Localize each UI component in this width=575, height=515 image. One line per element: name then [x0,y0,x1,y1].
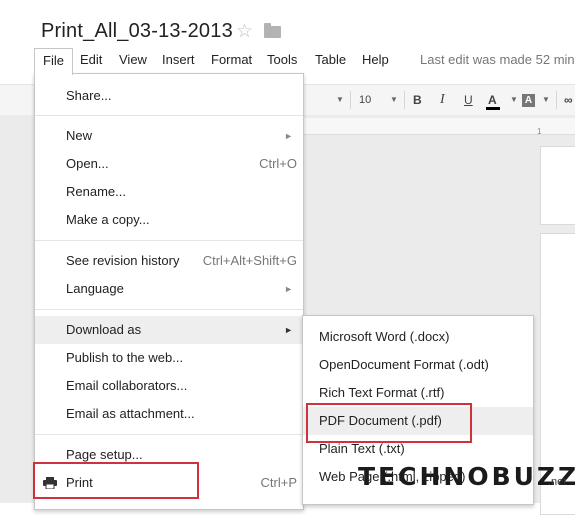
menu-item-label: Make a copy... [66,212,150,227]
menu-item-email-attachment[interactable]: Email as attachment... [35,400,303,428]
toolbar-divider [350,91,351,109]
submenu-arrow-icon: ► [284,131,293,141]
menu-item-publish[interactable]: Publish to the web... [35,344,303,372]
folder-icon[interactable] [264,23,281,38]
pdf-highlight-box [306,403,472,443]
menu-divider [35,240,303,241]
shortcut-label: Ctrl+P [260,475,297,490]
shortcut-label: Ctrl+O [259,156,297,171]
text-color-caret-icon[interactable]: ▼ [510,85,518,115]
menu-view[interactable]: View [111,48,155,72]
menu-item-revision-history[interactable]: See revision history Ctrl+Alt+Shift+G [35,247,303,275]
menu-item-open[interactable]: Open... Ctrl+O [35,150,303,178]
menu-item-label: Share... [66,88,112,103]
menu-edit[interactable]: Edit [72,48,110,72]
menu-insert[interactable]: Insert [154,48,203,72]
link-icon[interactable]: ∞ [564,85,573,115]
menu-item-download-as[interactable]: Download as ► [35,316,303,344]
menu-item-label: Publish to the web... [66,350,184,365]
last-edit-status[interactable]: Last edit was made 52 min [420,52,575,67]
download-odt[interactable]: OpenDocument Format (.odt) [303,351,533,379]
menu-item-language[interactable]: Language ► [35,275,303,303]
print-highlight-box [33,462,199,499]
menu-item-share[interactable]: Share... [35,82,303,110]
highlight-color-icon[interactable]: A [522,85,535,115]
star-icon[interactable]: ☆ [236,20,253,43]
bold-icon[interactable]: B [413,85,422,115]
font-dropdown-caret-icon[interactable]: ▼ [336,85,344,115]
ruler [302,118,575,135]
watermark-suffix: .net [548,476,567,488]
shortcut-label: Ctrl+Alt+Shift+G [202,253,297,268]
menu-item-email-collaborators[interactable]: Email collaborators... [35,372,303,400]
submenu-item-label: Microsoft Word (.docx) [319,329,450,344]
italic-icon[interactable]: I [440,85,445,115]
watermark-logo: TECHNOBUZZ [358,462,575,491]
menu-help[interactable]: Help [354,48,397,72]
menu-item-make-copy[interactable]: Make a copy... [35,206,303,234]
text-color-icon[interactable]: A [486,85,500,115]
menu-item-label: Rename... [66,184,126,199]
document-title[interactable]: Print_All_03-13-2013 [41,20,233,43]
menu-item-label: Open... [66,156,109,171]
submenu-arrow-icon: ► [284,284,293,294]
menu-divider [35,115,303,116]
menu-item-label: Email as attachment... [66,406,195,421]
font-size-select[interactable]: 10 [359,85,371,115]
menu-divider [35,434,303,435]
underline-icon[interactable]: U [464,85,473,115]
menu-table[interactable]: Table [307,48,354,72]
menu-tools[interactable]: Tools [259,48,305,72]
menu-item-label: Email collaborators... [66,378,188,393]
submenu-arrow-icon: ► [284,325,293,335]
download-docx[interactable]: Microsoft Word (.docx) [303,323,533,351]
menu-item-label: See revision history [66,253,180,268]
menu-item-label: New [66,128,93,143]
toolbar-divider [556,91,557,109]
ruler-mark: 1 [537,127,542,136]
file-menu: Share... New ► Open... Ctrl+O Rename... … [34,73,304,510]
menu-file[interactable]: File [34,48,73,75]
highlight-caret-icon[interactable]: ▼ [542,85,550,115]
menu-format[interactable]: Format [203,48,260,72]
menu-item-new[interactable]: New ► [35,122,303,150]
toolbar-divider [404,91,405,109]
menu-item-rename[interactable]: Rename... [35,178,303,206]
submenu-item-label: OpenDocument Format (.odt) [319,357,489,372]
menu-item-label: Language [66,281,124,296]
font-size-caret-icon[interactable]: ▼ [390,85,398,115]
document-page[interactable] [540,146,575,225]
menu-divider [35,309,303,310]
menu-item-label: Download as [66,322,142,337]
